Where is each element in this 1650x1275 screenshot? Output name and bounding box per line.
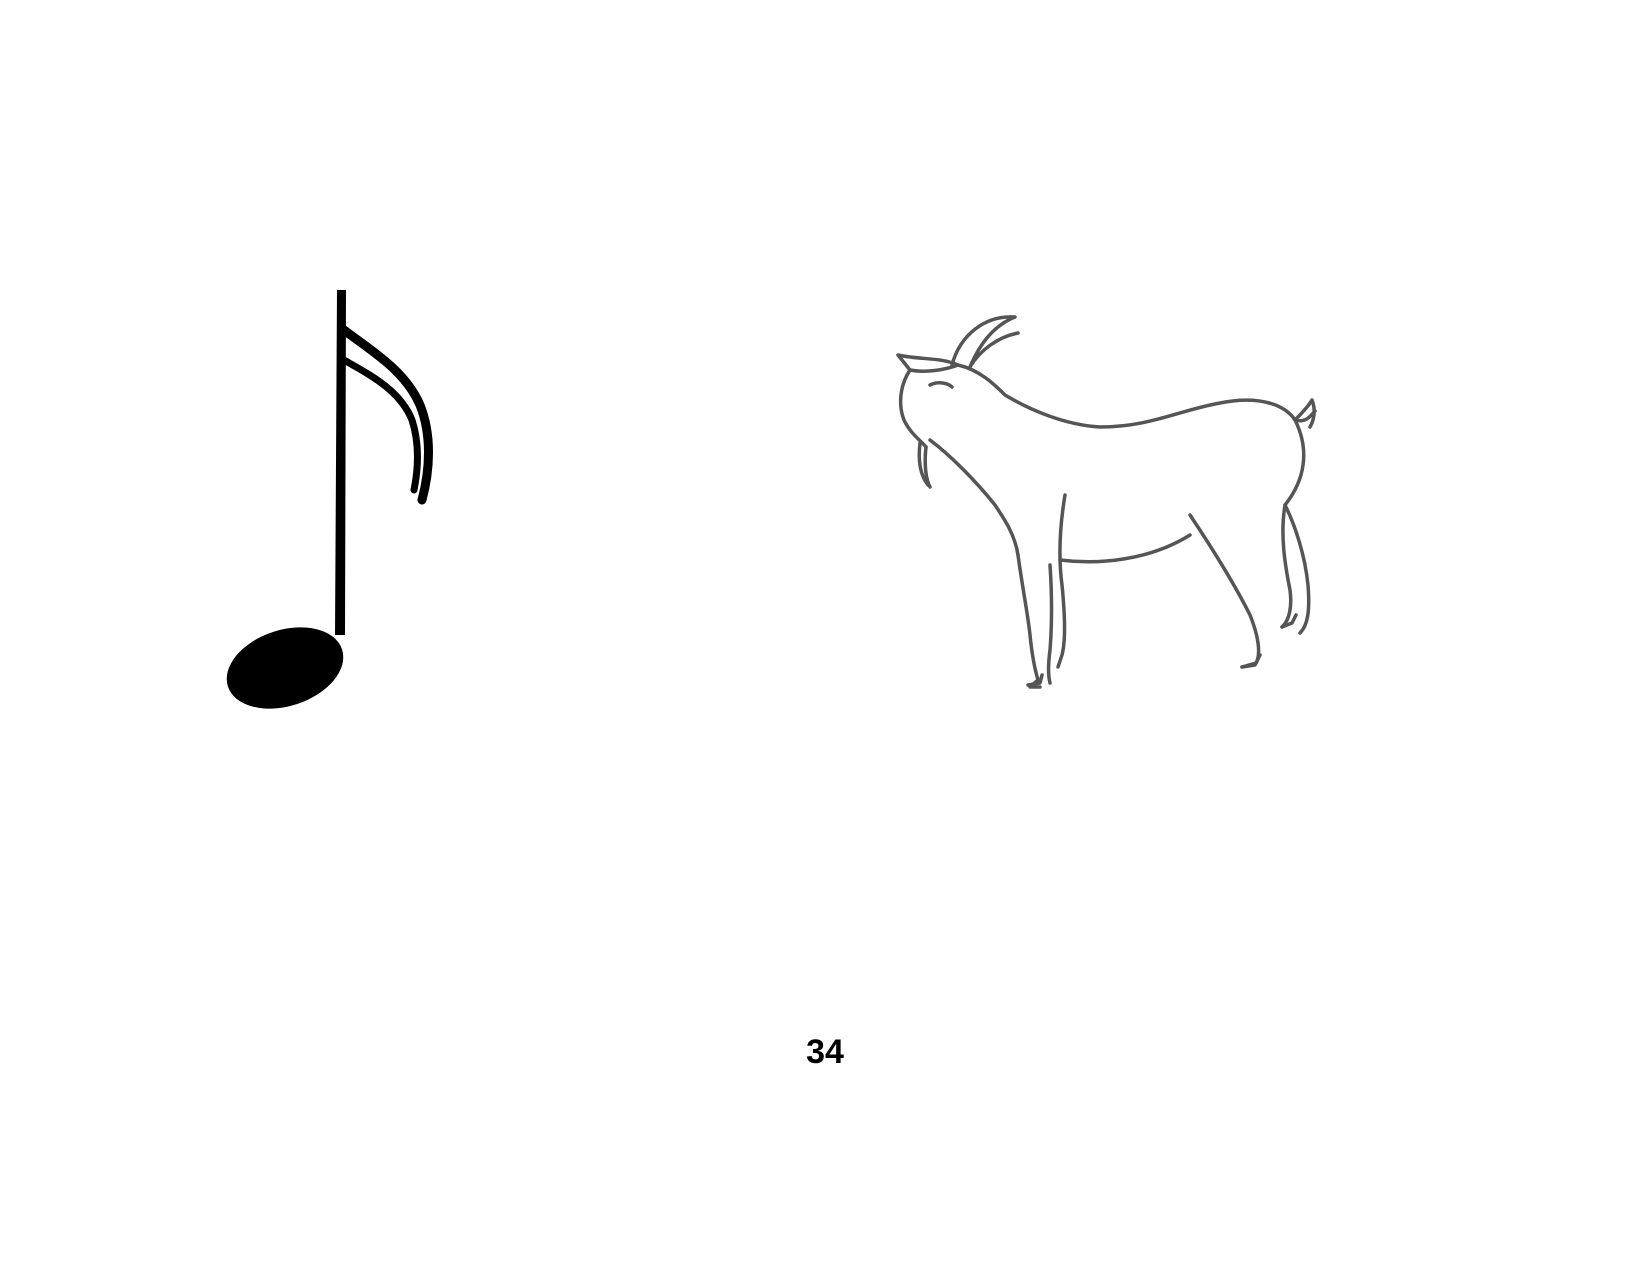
- eighth-note-icon: [226, 290, 433, 709]
- goat-icon: [896, 315, 1317, 689]
- page-number: 34: [806, 1033, 844, 1071]
- page: 34: [0, 0, 1650, 1275]
